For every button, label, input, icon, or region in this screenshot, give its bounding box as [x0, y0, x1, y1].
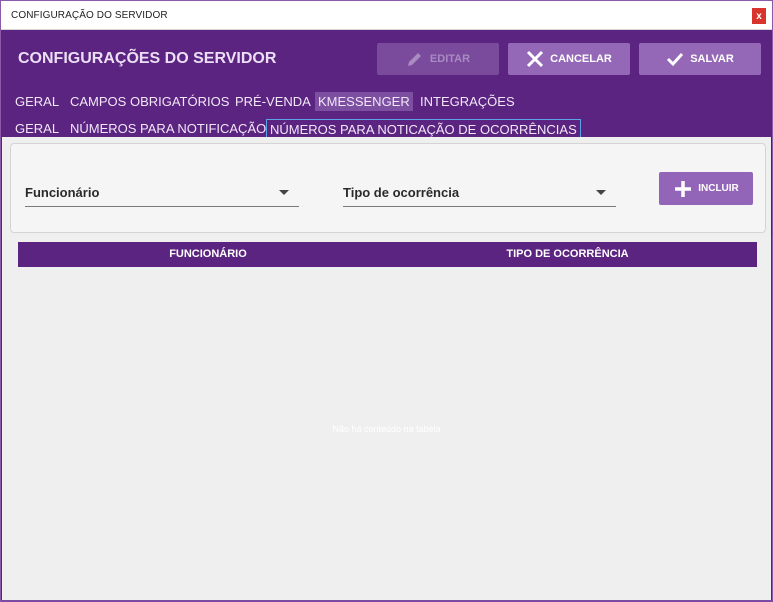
tab-campos-obrigatorios[interactable]: CAMPOS OBRIGATÓRIOS	[67, 92, 232, 111]
add-button-label: INCLUIR	[698, 183, 739, 194]
plus-icon	[675, 180, 692, 197]
edit-button-label: EDITAR	[429, 53, 471, 65]
close-window-button[interactable]: x	[752, 8, 766, 24]
edit-button[interactable]: EDITAR	[377, 43, 499, 75]
page-header: CONFIGURAÇÕES DO SERVIDOR EDITAR CANCELA…	[1, 30, 772, 90]
chevron-down-icon	[596, 190, 606, 195]
content-area: Funcionário Tipo de ocorrência INCLUIR F…	[2, 137, 771, 601]
subtab-numeros-notificacao[interactable]: NÚMEROS PARA NOTIFICAÇÃO	[67, 119, 269, 138]
save-button-label: SALVAR	[690, 53, 734, 65]
tab-kmessenger[interactable]: KMESSENGER	[315, 92, 413, 111]
cancel-button[interactable]: CANCELAR	[508, 43, 630, 75]
occurrence-type-select-label: Tipo de ocorrência	[343, 185, 460, 200]
sub-tab-bar: GERAL NÚMEROS PARA NOTIFICAÇÃO NÚMEROS P…	[1, 117, 772, 139]
window-titlebar: CONFIGURAÇÃO DO SERVIDOR x	[1, 1, 772, 30]
filter-panel: Funcionário Tipo de ocorrência INCLUIR	[10, 143, 766, 233]
save-button[interactable]: SALVAR	[639, 43, 761, 75]
table-header: FUNCIONÁRIO TIPO DE OCORRÊNCIA	[18, 242, 757, 267]
chevron-down-icon	[279, 190, 289, 195]
window-title: CONFIGURAÇÃO DO SERVIDOR	[11, 10, 168, 21]
main-tab-bar: GERAL CAMPOS OBRIGATÓRIOS PRÉ-VENDA KMES…	[1, 90, 772, 112]
subtab-numeros-ocorrencias[interactable]: NÚMEROS PARA NOTICAÇÃO DE OCORRÊNCIAS	[266, 119, 581, 138]
employee-select-label: Funcionário	[25, 185, 100, 200]
check-icon	[667, 52, 684, 67]
page-title: CONFIGURAÇÕES DO SERVIDOR	[18, 50, 277, 67]
settings-window: CONFIGURAÇÃO DO SERVIDOR x CONFIGURAÇÕES…	[0, 0, 773, 602]
tab-integracoes[interactable]: INTEGRAÇÕES	[417, 92, 518, 111]
add-button[interactable]: INCLUIR	[659, 172, 753, 205]
employee-select[interactable]: Funcionário	[25, 177, 299, 207]
subtab-geral[interactable]: GERAL	[12, 119, 62, 138]
pencil-icon	[407, 53, 421, 66]
cancel-button-label: CANCELAR	[550, 53, 612, 65]
occurrence-type-select[interactable]: Tipo de ocorrência	[343, 177, 616, 207]
tab-geral[interactable]: GERAL	[12, 92, 62, 111]
column-header-employee[interactable]: FUNCIONÁRIO	[18, 242, 398, 267]
empty-table-message: Não há conteúdo na tabela	[332, 424, 441, 434]
column-header-occurrence-type[interactable]: TIPO DE OCORRÊNCIA	[378, 242, 757, 267]
tab-pre-venda[interactable]: PRÉ-VENDA	[232, 92, 314, 111]
close-icon	[527, 50, 544, 68]
